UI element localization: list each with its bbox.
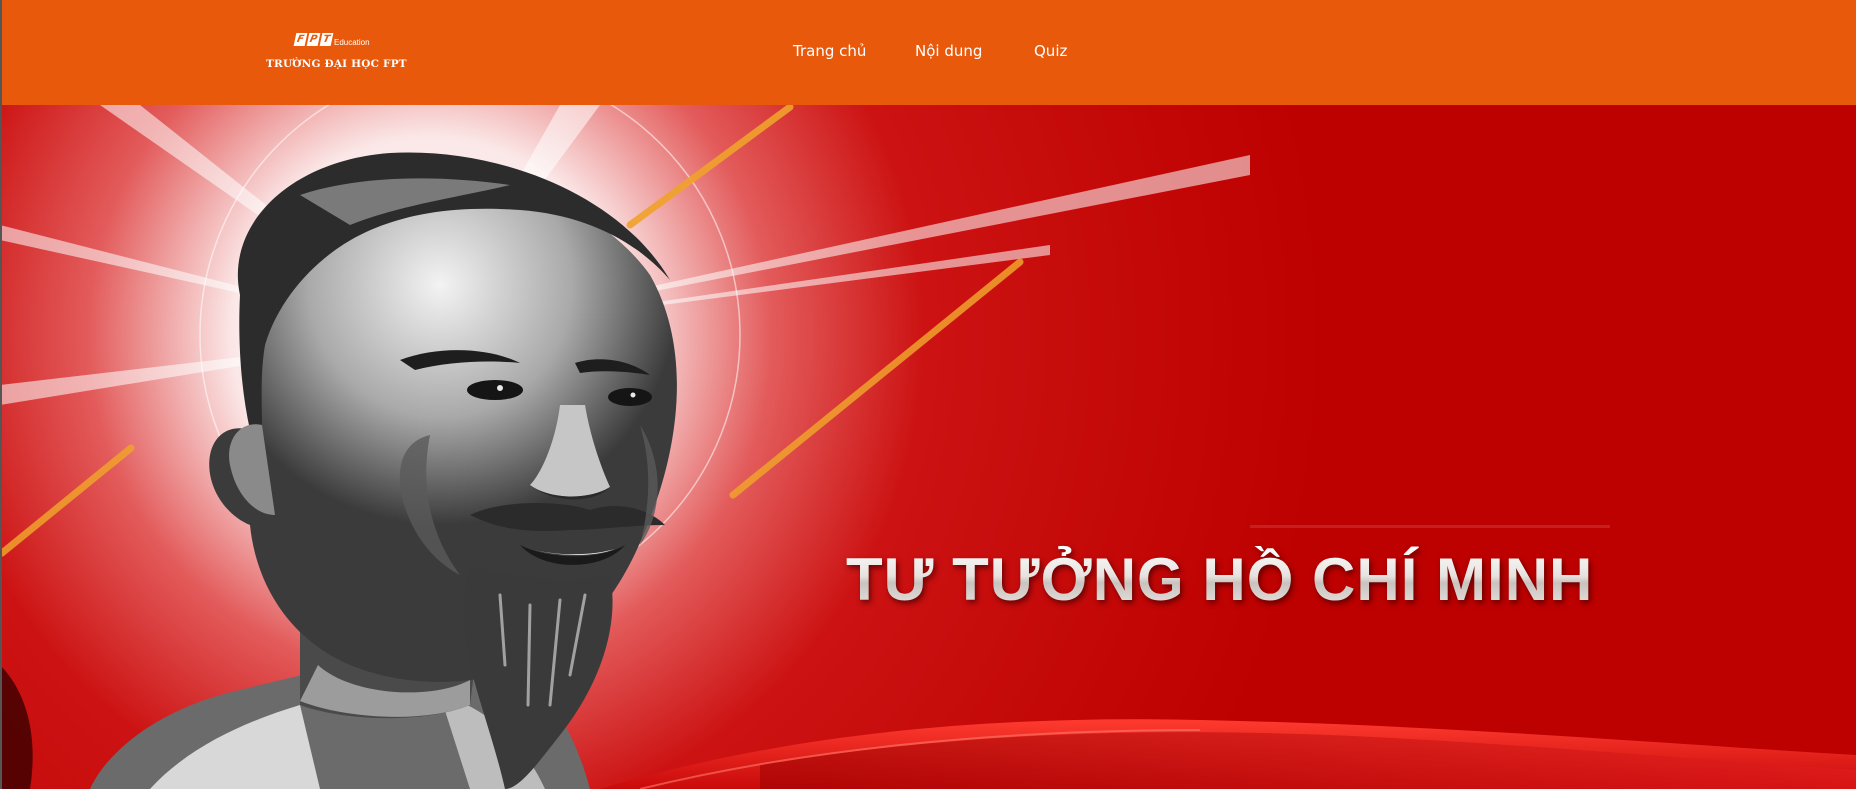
main-nav: Trang chủ Nội dung Quiz <box>0 0 1856 105</box>
nav-item-content[interactable]: Nội dung <box>915 42 982 60</box>
nav-item-home[interactable]: Trang chủ <box>793 42 866 60</box>
nav-item-quiz[interactable]: Quiz <box>1034 42 1067 60</box>
hero-illustration <box>0 105 1856 789</box>
window-edge <box>0 0 2 789</box>
site-header: F P T Education TRƯỜNG ĐẠI HỌC FPT Trang… <box>0 0 1856 105</box>
title-underline-glow <box>1250 525 1610 528</box>
hero-banner: TƯ TƯỞNG HỒ CHÍ MINH <box>0 105 1856 789</box>
hero-title: TƯ TƯỞNG HỒ CHÍ MINH <box>846 546 1594 613</box>
page: F P T Education TRƯỜNG ĐẠI HỌC FPT Trang… <box>0 0 1856 789</box>
